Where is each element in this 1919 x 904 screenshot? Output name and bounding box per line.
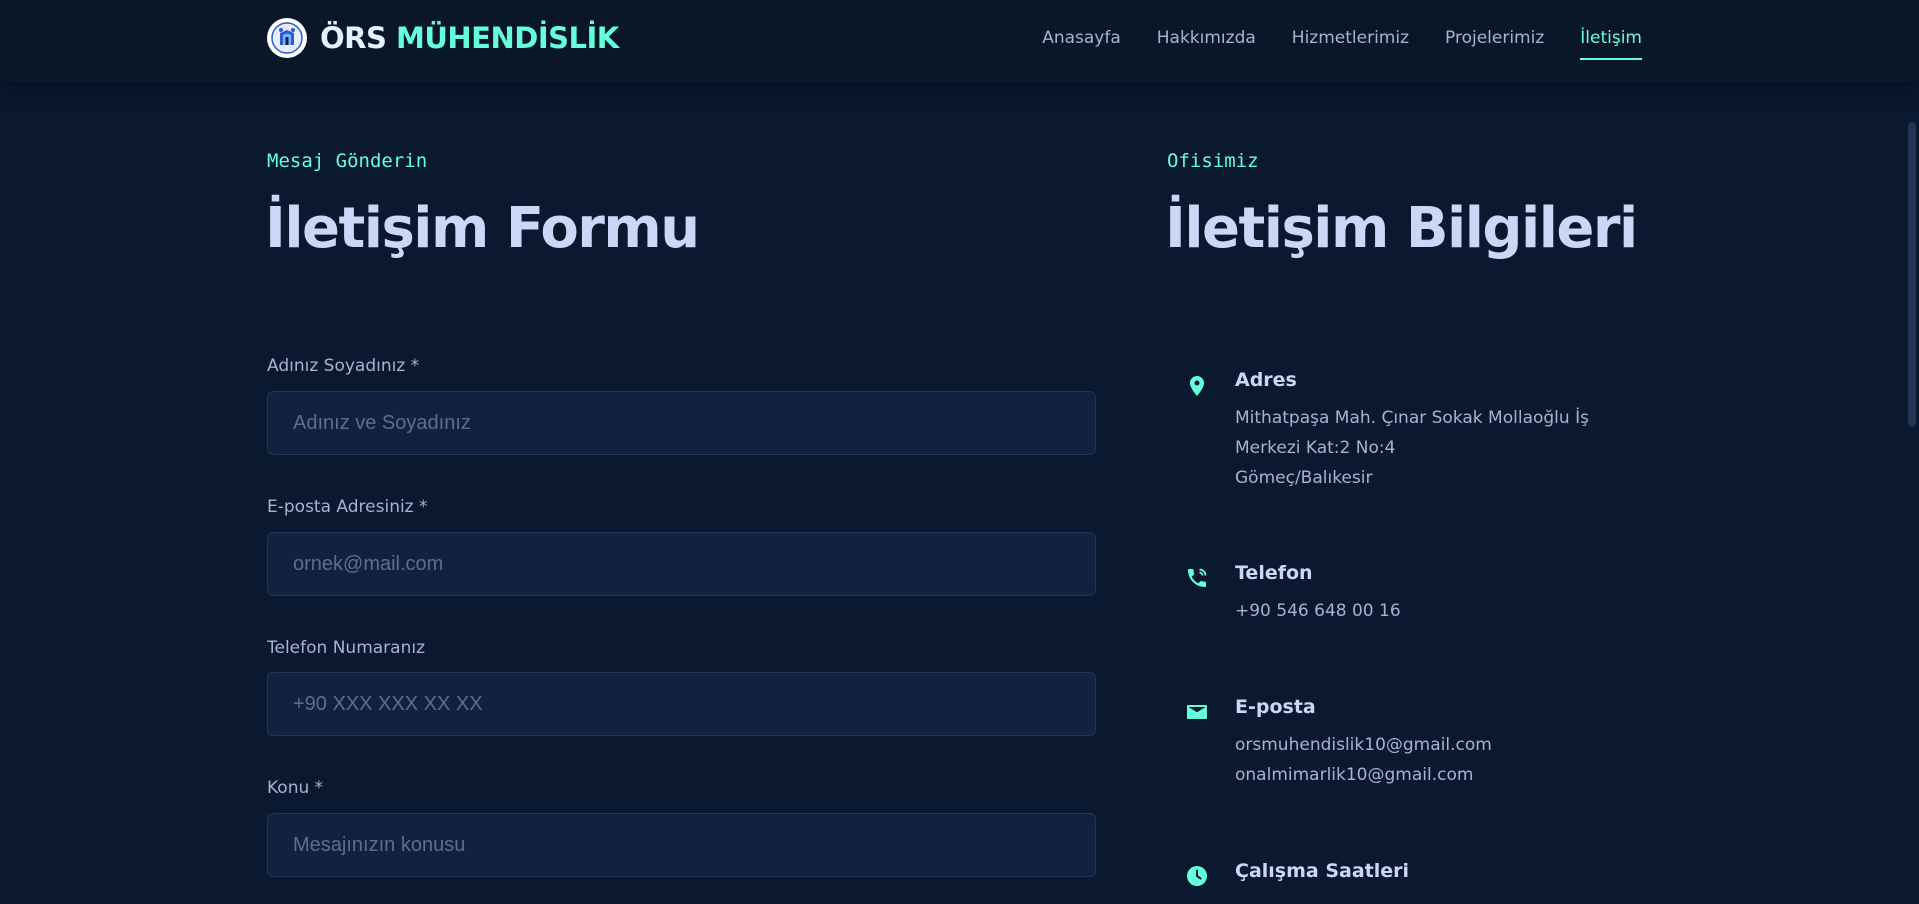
subject-label: Konu * [267, 778, 324, 798]
clock-icon [1187, 866, 1207, 886]
phone-label: Telefon Numaranız [267, 638, 425, 658]
nav-link-projects[interactable]: Projelerimiz [1445, 24, 1544, 52]
email-label: E-posta Adresiniz * [267, 497, 428, 517]
email-address-2[interactable]: onalmimarlik10@gmail.com [1235, 760, 1473, 790]
brand-name: ÖRS MÜHENDİSLİK [320, 18, 619, 58]
phone-number[interactable]: +90 546 648 00 16 [1235, 596, 1401, 626]
main-nav: Anasayfa Hakkımızda Hizmetlerimiz Projel… [1042, 24, 1642, 60]
hours-title: Çalışma Saatleri [1235, 860, 1410, 882]
subject-input[interactable] [267, 813, 1096, 877]
nav-link-home[interactable]: Anasayfa [1042, 24, 1121, 52]
mail-icon [1187, 705, 1207, 719]
name-input[interactable] [267, 391, 1096, 455]
phone-input[interactable] [267, 672, 1096, 736]
logo-icon [267, 18, 307, 58]
page-scrollbar-thumb[interactable] [1908, 122, 1916, 427]
info-eyebrow: Ofisimiz [1167, 150, 1259, 172]
email-title: E-posta [1235, 696, 1316, 718]
address-line-1: Mithatpaşa Mah. Çınar Sokak Mollaoğlu İş [1235, 408, 1589, 428]
address-title: Adres [1235, 369, 1297, 391]
form-eyebrow: Mesaj Gönderin [267, 150, 428, 172]
address-line-2: Merkezi Kat:2 No:4 [1235, 438, 1396, 458]
brand-logo-link[interactable]: ÖRS MÜHENDİSLİK [267, 18, 619, 58]
info-title: İletişim Bilgileri [1165, 196, 1638, 261]
phone-title: Telefon [1235, 562, 1313, 584]
nav-link-about[interactable]: Hakkımızda [1157, 24, 1256, 52]
site-header: ÖRS MÜHENDİSLİK Anasayfa Hakkımızda Hizm… [0, 0, 1919, 82]
form-title: İletişim Formu [265, 196, 700, 261]
email-input[interactable] [267, 532, 1096, 596]
phone-icon [1188, 568, 1207, 587]
brand-name-first: ÖRS [320, 21, 387, 55]
nav-link-services[interactable]: Hizmetlerimiz [1292, 24, 1409, 52]
location-pin-icon [1190, 376, 1204, 396]
brand-name-second: MÜHENDİSLİK [395, 21, 619, 55]
name-label: Adınız Soyadınız * [267, 356, 420, 376]
address-line-3: Gömeç/Balıkesir [1235, 468, 1373, 488]
email-address-1[interactable]: orsmuhendislik10@gmail.com [1235, 730, 1492, 760]
nav-link-contact[interactable]: İletişim [1580, 24, 1642, 60]
